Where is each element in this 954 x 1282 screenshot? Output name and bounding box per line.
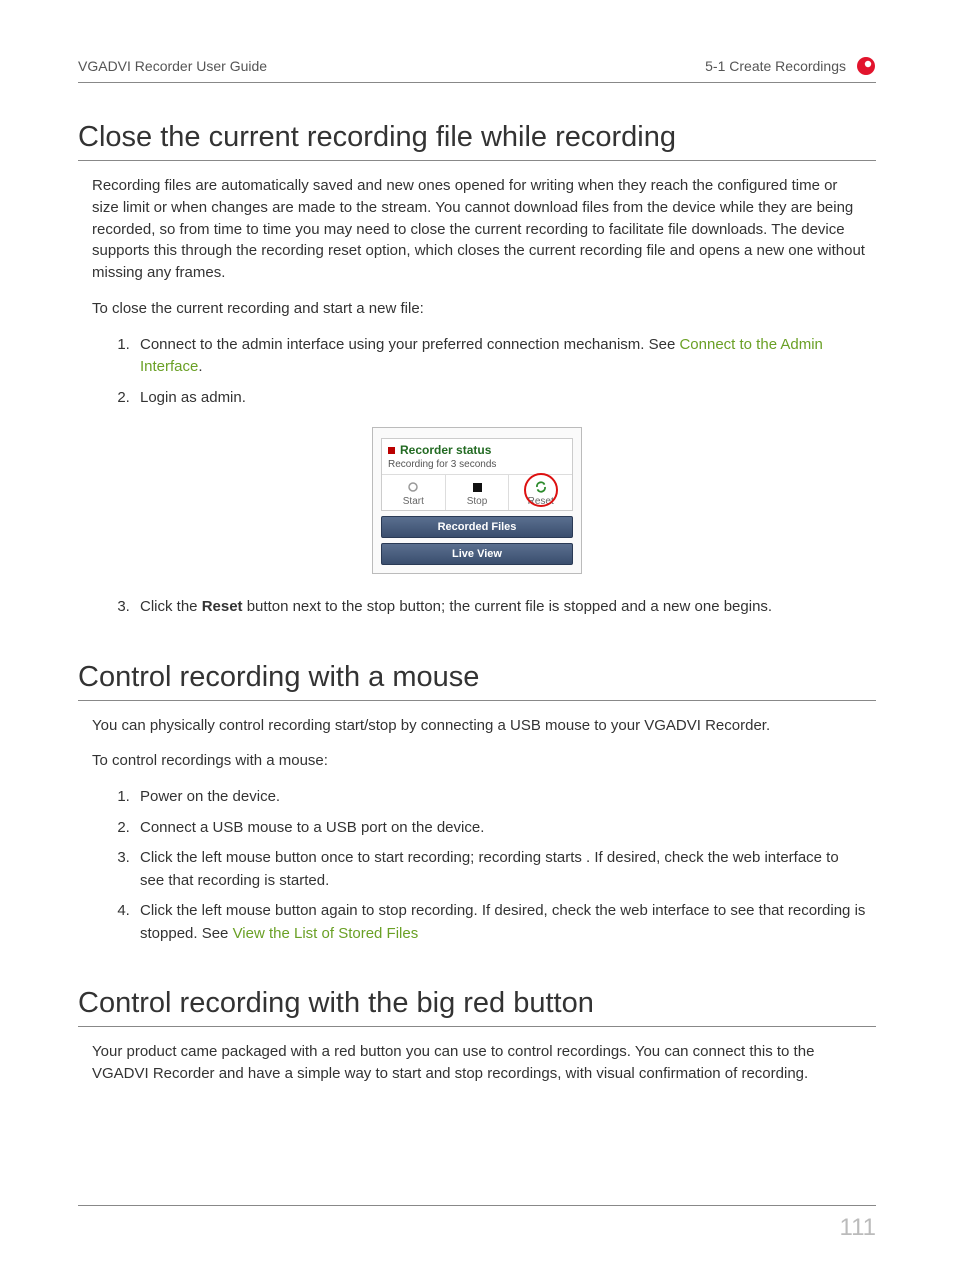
section-close-recording: Close the current recording file while r…	[78, 121, 876, 619]
reset-button[interactable]: Reset	[509, 475, 572, 510]
paragraph: Recording files are automatically saved …	[92, 175, 866, 284]
section-title: Close the current recording file while r…	[78, 121, 876, 161]
section-title: Control recording with the big red butto…	[78, 987, 876, 1027]
ordered-list: Connect to the admin interface using you…	[92, 334, 866, 410]
recorded-files-button[interactable]: Recorded Files	[381, 516, 573, 538]
step-bold: Reset	[202, 598, 243, 615]
section-big-red-button: Control recording with the big red butto…	[78, 987, 876, 1085]
status-title-text: Recorder status	[400, 444, 491, 456]
recorder-status-subtext: Recording for 3 seconds	[382, 459, 572, 474]
link-view-stored-files[interactable]: View the List of Stored Files	[233, 925, 419, 942]
button-label: Stop	[467, 496, 488, 507]
page-number: 111	[78, 1214, 876, 1242]
list-item: Connect a USB mouse to a USB port on the…	[134, 817, 866, 840]
live-view-button[interactable]: Live View	[381, 543, 573, 565]
paragraph: To close the current recording and start…	[92, 298, 866, 320]
list-item: Click the Reset button next to the stop …	[134, 596, 866, 619]
document-page: VGADVI Recorder User Guide 5-1 Create Re…	[0, 0, 954, 1282]
stop-square-icon	[446, 479, 509, 495]
step-text: Connect to the admin interface using you…	[140, 336, 679, 353]
list-item: Click the left mouse button once to star…	[134, 847, 866, 892]
step-text: .	[198, 358, 202, 375]
header-right: 5-1 Create Recordings	[705, 56, 876, 76]
figure-recorder-status: Recorder status Recording for 3 seconds …	[78, 427, 876, 574]
ordered-list-continued: Click the Reset button next to the stop …	[92, 596, 866, 619]
step-text: button next to the stop button; the curr…	[243, 598, 773, 615]
paragraph: Your product came packaged with a red bu…	[92, 1041, 866, 1085]
list-item: Power on the device.	[134, 786, 866, 809]
reset-arrows-icon	[509, 479, 572, 495]
footer-rule	[78, 1205, 876, 1206]
section-control-mouse: Control recording with a mouse You can p…	[78, 661, 876, 946]
recorder-button-row: Start Stop	[382, 474, 572, 510]
step-text: Click the	[140, 598, 202, 615]
recorder-panel: Recorder status Recording for 3 seconds …	[372, 427, 582, 574]
page-header: VGADVI Recorder User Guide 5-1 Create Re…	[78, 56, 876, 83]
header-left: VGADVI Recorder User Guide	[78, 58, 267, 74]
recorder-status-title: Recorder status	[382, 439, 572, 459]
section-title: Control recording with a mouse	[78, 661, 876, 701]
list-item: Login as admin.	[134, 387, 866, 410]
paragraph: To control recordings with a mouse:	[92, 750, 866, 772]
stop-button[interactable]: Stop	[446, 475, 510, 510]
button-label: Reset	[528, 496, 554, 507]
record-circle-icon	[382, 479, 445, 495]
list-item: Connect to the admin interface using you…	[134, 334, 866, 379]
button-label: Start	[403, 496, 424, 507]
header-section-label: 5-1 Create Recordings	[705, 58, 846, 74]
paragraph: You can physically control recording sta…	[92, 715, 866, 737]
recorder-status-box: Recorder status Recording for 3 seconds …	[381, 438, 573, 511]
ordered-list: Power on the device. Connect a USB mouse…	[92, 786, 866, 945]
list-item: Click the left mouse button again to sto…	[134, 900, 866, 945]
start-button[interactable]: Start	[382, 475, 446, 510]
brand-logo-icon	[856, 56, 876, 76]
recording-indicator-icon	[388, 447, 395, 454]
